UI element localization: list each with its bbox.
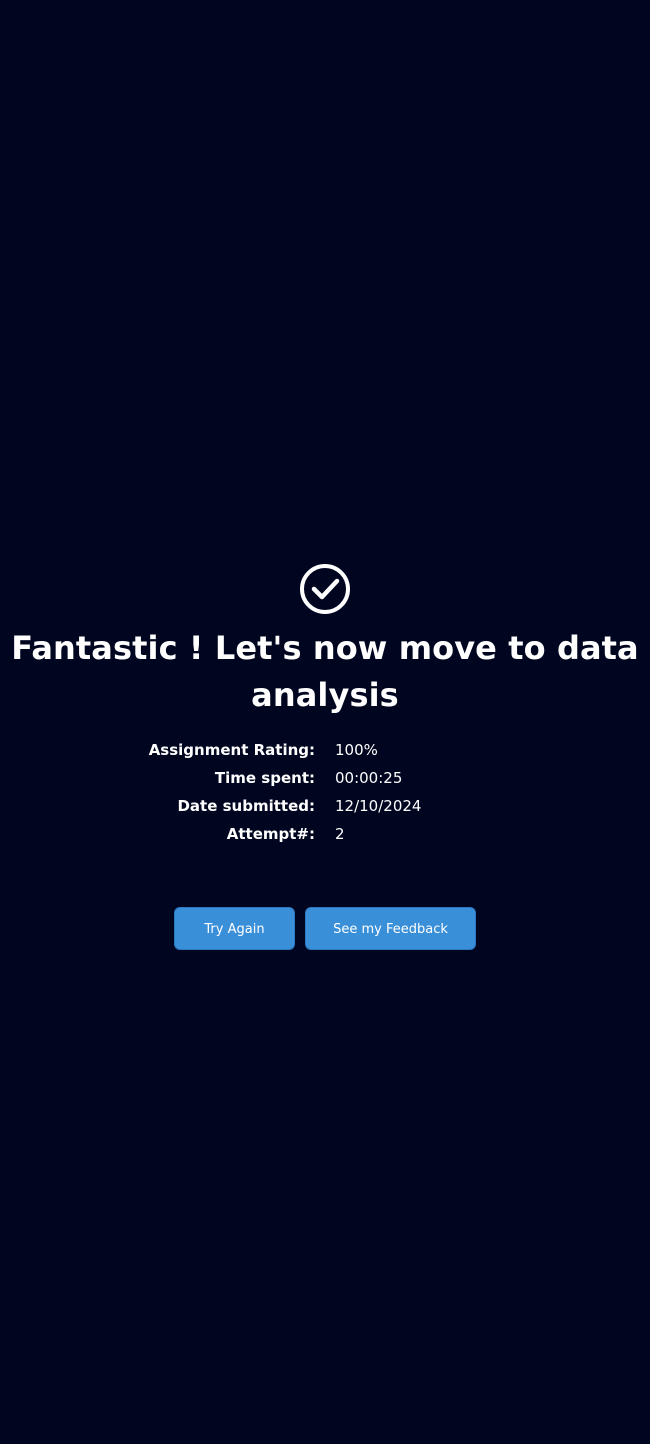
attempt-label: Attempt#: (226, 825, 315, 843)
attempt-row: Attempt#: 2 (0, 822, 650, 850)
assignment-rating-row: Assignment Rating: 100% (0, 738, 650, 766)
time-spent-label: Time spent: (214, 769, 315, 787)
date-submitted-row: Date submitted: 12/10/2024 (0, 794, 650, 822)
see-feedback-button[interactable]: See my Feedback (305, 907, 476, 950)
assignment-rating-label: Assignment Rating: (148, 741, 315, 759)
date-submitted-value: 12/10/2024 (335, 797, 422, 815)
attempt-value: 2 (335, 825, 345, 843)
date-submitted-label: Date submitted: (177, 797, 315, 815)
result-page: Fantastic ! Let's now move to data analy… (0, 0, 650, 1444)
try-again-button[interactable]: Try Again (174, 907, 295, 950)
check-circle-icon (298, 562, 352, 616)
assignment-rating-value: 100% (335, 741, 378, 759)
result-title: Fantastic ! Let's now move to data analy… (11, 629, 639, 714)
time-spent-value: 00:00:25 (335, 769, 403, 787)
time-spent-row: Time spent: 00:00:25 (0, 766, 650, 794)
result-stats: Assignment Rating: 100% Time spent: 00:0… (0, 738, 650, 850)
